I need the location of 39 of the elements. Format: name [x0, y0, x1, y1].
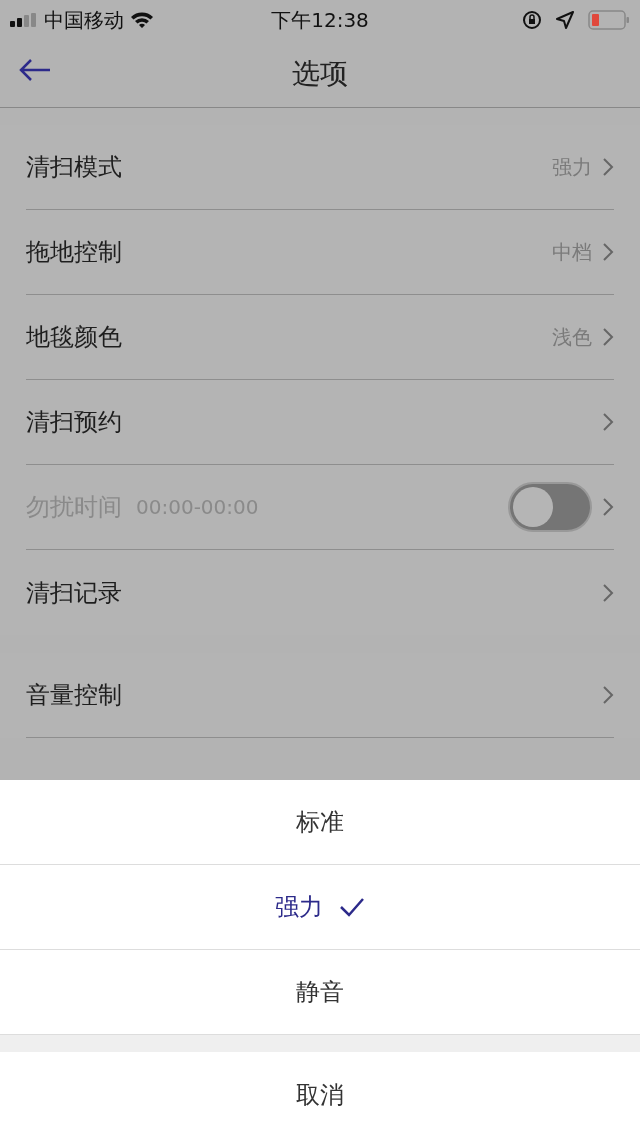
- location-arrow-icon: [556, 11, 574, 29]
- settings-row[interactable]: 清扫模式 强力: [26, 125, 614, 210]
- row-value: 中档: [552, 238, 592, 266]
- settings-row[interactable]: 音量控制: [26, 653, 614, 738]
- settings-row[interactable]: 清扫预约: [26, 380, 614, 465]
- row-value: 浅色: [552, 323, 592, 351]
- settings-row[interactable]: 清扫记录: [26, 550, 614, 635]
- checkmark-icon: [339, 897, 365, 917]
- row-label: 音量控制: [26, 680, 122, 711]
- option-label: 标准: [296, 807, 344, 838]
- status-time: 下午12:38: [271, 6, 369, 34]
- row-label: 清扫预约: [26, 407, 122, 438]
- sheet-option[interactable]: 强力: [0, 865, 640, 950]
- rotation-lock-icon: [522, 10, 542, 30]
- wifi-icon: [130, 11, 154, 29]
- chevron-right-icon: [602, 412, 614, 432]
- sheet-option[interactable]: 静音: [0, 950, 640, 1035]
- carrier-name: 中国移动: [44, 6, 124, 34]
- row-label: 拖地控制: [26, 237, 122, 268]
- chevron-right-icon: [602, 582, 614, 603]
- chevron-right-icon: [602, 327, 614, 347]
- row-value: 强力: [552, 153, 592, 181]
- settings-row[interactable]: 地毯颜色 浅色: [26, 295, 614, 380]
- row-label: 地毯颜色: [26, 322, 122, 353]
- chevron-right-icon: [602, 685, 614, 705]
- settings-row[interactable]: 拖地控制 中档: [26, 210, 614, 295]
- cancel-button[interactable]: 取消: [0, 1052, 640, 1138]
- row-label: 清扫模式: [26, 152, 122, 183]
- back-arrow-icon: [18, 58, 52, 82]
- chevron-right-icon: [602, 157, 614, 177]
- option-label: 静音: [296, 977, 344, 1008]
- chevron-right-icon: [602, 497, 614, 517]
- battery-icon: [588, 10, 630, 30]
- signal-icon: [10, 13, 38, 27]
- row-label: 清扫记录: [26, 577, 122, 609]
- option-label: 强力: [275, 892, 323, 923]
- page-title: 选项: [292, 55, 348, 92]
- sheet-option[interactable]: 标准: [0, 780, 640, 865]
- chevron-right-icon: [602, 242, 614, 262]
